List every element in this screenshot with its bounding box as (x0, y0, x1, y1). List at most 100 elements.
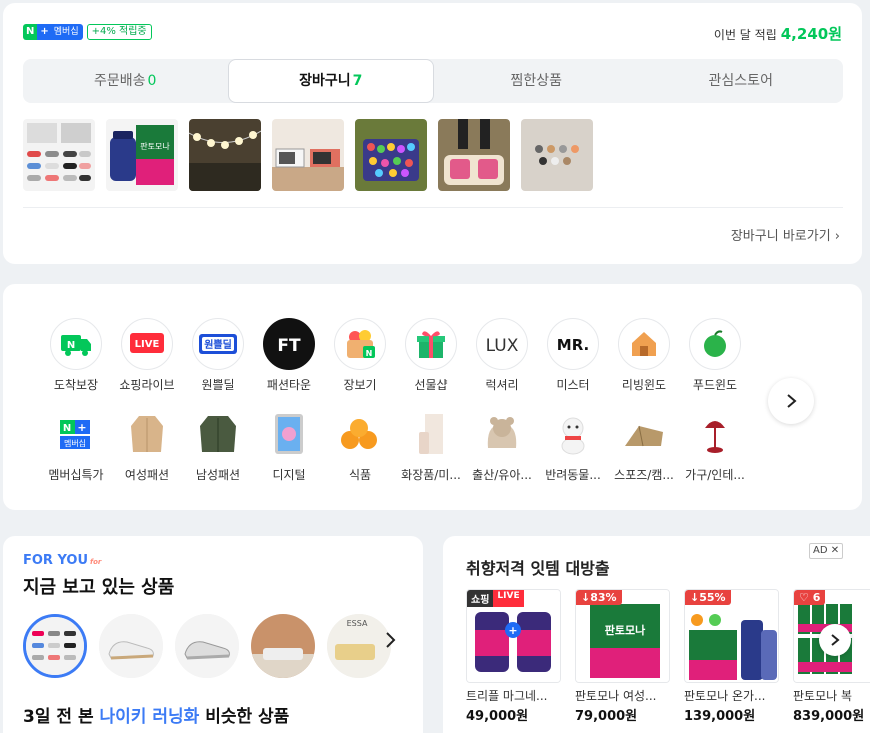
category-cosmetics[interactable]: 화장품/미... (396, 408, 466, 483)
grocery-basket-icon: N (334, 318, 386, 370)
heart-icon: ♡ (799, 591, 809, 604)
chevron-right-icon (831, 634, 840, 646)
ad-next-button[interactable] (819, 624, 851, 656)
category-label: 스포즈/캠... (614, 468, 674, 482)
category-shopping-live[interactable]: LIVE 쇼핑라이브 (112, 318, 182, 393)
baby-doll-icon (476, 408, 528, 460)
category-label: 출산/유아... (472, 468, 532, 482)
svg-text:FT: FT (277, 336, 301, 356)
ad-product[interactable]: 판토모나 ↓83% 판토모나 여성... 79,000원 (575, 589, 670, 724)
shop-tag-text: 쇼핑 (467, 590, 494, 607)
discount-badge: ↓55% (685, 590, 731, 605)
category-food-window[interactable]: 푸드윈도 (680, 318, 750, 393)
cart-item-round-chips[interactable] (521, 119, 593, 191)
ad-product[interactable]: ♡ 6 판토모나 복 839,000원 (793, 589, 870, 724)
ad-product[interactable]: + 쇼핑 LIVE 트리플 마그네... 49,000원 (466, 589, 561, 724)
category-baby[interactable]: 출산/유아... (467, 408, 537, 483)
product-name: 판토모나 여성... (575, 689, 657, 703)
svg-text:LIVE: LIVE (135, 339, 160, 350)
product-name: 판토모나 온가... (684, 689, 766, 703)
cart-item-foot-massager[interactable] (438, 119, 510, 191)
category-label: 미스터 (556, 378, 590, 392)
for-you-title: 지금 보고 있는 상품 (23, 577, 175, 598)
cart-item-shoes[interactable] (23, 119, 95, 191)
monthly-points-value: 4,240원 (780, 25, 842, 43)
ad-label[interactable]: AD ✕ (809, 543, 844, 559)
earn-rate-badge: +4% 적립중 (86, 24, 152, 40)
tab-count: 7 (352, 73, 363, 89)
tab-orders[interactable]: 주문배송 0 (23, 59, 228, 103)
cart-item-supplement[interactable]: 판토모나 (106, 119, 178, 191)
category-mens-fashion[interactable]: 남성패션 (183, 408, 253, 483)
recent-next-button[interactable] (384, 631, 396, 653)
for-you-tag-text: FOR YOU (23, 553, 89, 568)
category-food[interactable]: 식품 (325, 408, 395, 483)
ad-product[interactable]: ↓55% 판토모나 온가... 139,000원 (684, 589, 779, 724)
cardigan-icon (121, 408, 173, 460)
svg-text:+: + (508, 624, 517, 637)
category-label: 선물샵 (414, 378, 448, 392)
chevron-right-icon (386, 632, 396, 648)
monthly-points[interactable]: 이번 달 적립 4,240원 (714, 23, 842, 44)
product-image: + 쇼핑 LIVE (466, 589, 561, 683)
chevron-right-icon (787, 394, 797, 408)
naver-plus-membership-badge[interactable]: N + 멤버십 (23, 24, 83, 40)
product-image: 판토모나 ↓83% (575, 589, 670, 683)
category-label: 장보기 (343, 378, 377, 392)
tab-wishlist[interactable]: 찜한상품 (434, 59, 639, 103)
shopping-summary-card: N + 멤버십 +4% 적립중 이번 달 적립 4,240원 주문배송 0 장바구니 7 … (3, 3, 862, 264)
recent-item-sofa-room[interactable] (251, 614, 315, 678)
category-label: 멤버십특가 (48, 468, 104, 482)
recent-item-shoes-grid[interactable] (23, 614, 87, 678)
category-living-window[interactable]: 리빙윈도 (609, 318, 679, 393)
discount-value: 55% (699, 591, 726, 604)
category-delivery-guarantee[interactable]: N 도착보장 (41, 318, 111, 393)
category-gift-shop[interactable]: 선물샵 (396, 318, 466, 393)
category-label: 쇼핑라이브 (119, 378, 175, 392)
tab-favorite-stores[interactable]: 관심스토어 (639, 59, 844, 103)
svg-text:N: N (63, 423, 71, 434)
category-luxury[interactable]: LUX 럭셔리 (467, 318, 537, 393)
svg-text:MR.: MR. (557, 336, 589, 354)
recent-item-silver-sneaker[interactable] (175, 614, 239, 678)
product-image: ↓55% (684, 589, 779, 683)
category-fashion-town[interactable]: FT 패션타운 (254, 318, 324, 393)
cart-thumbnails: 판토모나 (23, 119, 593, 191)
tab-count: 0 (147, 73, 157, 89)
for-you-tag-small: for (90, 558, 102, 566)
cart-item-microwaves[interactable] (272, 119, 344, 191)
ft-icon: FT (263, 318, 315, 370)
svg-text:LUX: LUX (486, 336, 519, 356)
product-price: 139,000원 (684, 709, 756, 724)
category-digital[interactable]: 디지털 (254, 408, 324, 483)
discount-badge: ♡ 6 (794, 590, 826, 605)
category-label: 여성패션 (124, 468, 170, 482)
subtitle-highlight[interactable]: 나이키 러닝화 (100, 707, 200, 727)
order-tabs: 주문배송 0 장바구니 7 찜한상품 관심스토어 (23, 59, 843, 103)
recent-viewed-carousel: ESSA (23, 614, 391, 678)
category-label: 럭셔리 (485, 378, 519, 392)
category-oneplus-deal[interactable]: 원쁠딜 원쁠딜 (183, 318, 253, 393)
tent-icon (618, 408, 670, 460)
tab-cart[interactable]: 장바구니 7 (227, 59, 434, 103)
recent-item-white-sneaker[interactable] (99, 614, 163, 678)
go-to-cart-link[interactable]: 장바구니 바로가기 › (731, 225, 840, 244)
recent-item-essa-sofa[interactable]: ESSA (327, 614, 391, 678)
tab-label: 찜한상품 (510, 73, 563, 89)
category-label: 푸드윈도 (692, 378, 738, 392)
category-grocery[interactable]: N 장보기 (325, 318, 395, 393)
category-membership-deals[interactable]: N + 멤버십 멤버십특가 (41, 408, 111, 483)
go-to-cart-label: 장바구니 바로가기 (730, 229, 831, 244)
category-mister[interactable]: MR. 미스터 (538, 318, 608, 393)
category-womens-fashion[interactable]: 여성패션 (112, 408, 182, 483)
category-furniture[interactable]: 가구/인테... (680, 408, 750, 483)
category-sports-camping[interactable]: 스포즈/캠... (609, 408, 679, 483)
discount-value: 83% (590, 591, 617, 604)
category-next-button[interactable] (768, 378, 814, 424)
tablet-icon (263, 408, 315, 460)
cosmetics-icon (405, 408, 457, 460)
cart-item-massage-mat[interactable] (355, 119, 427, 191)
cart-item-string-lights[interactable] (189, 119, 261, 191)
category-pets[interactable]: 반려동물... (538, 408, 608, 483)
svg-text:N: N (366, 349, 373, 358)
